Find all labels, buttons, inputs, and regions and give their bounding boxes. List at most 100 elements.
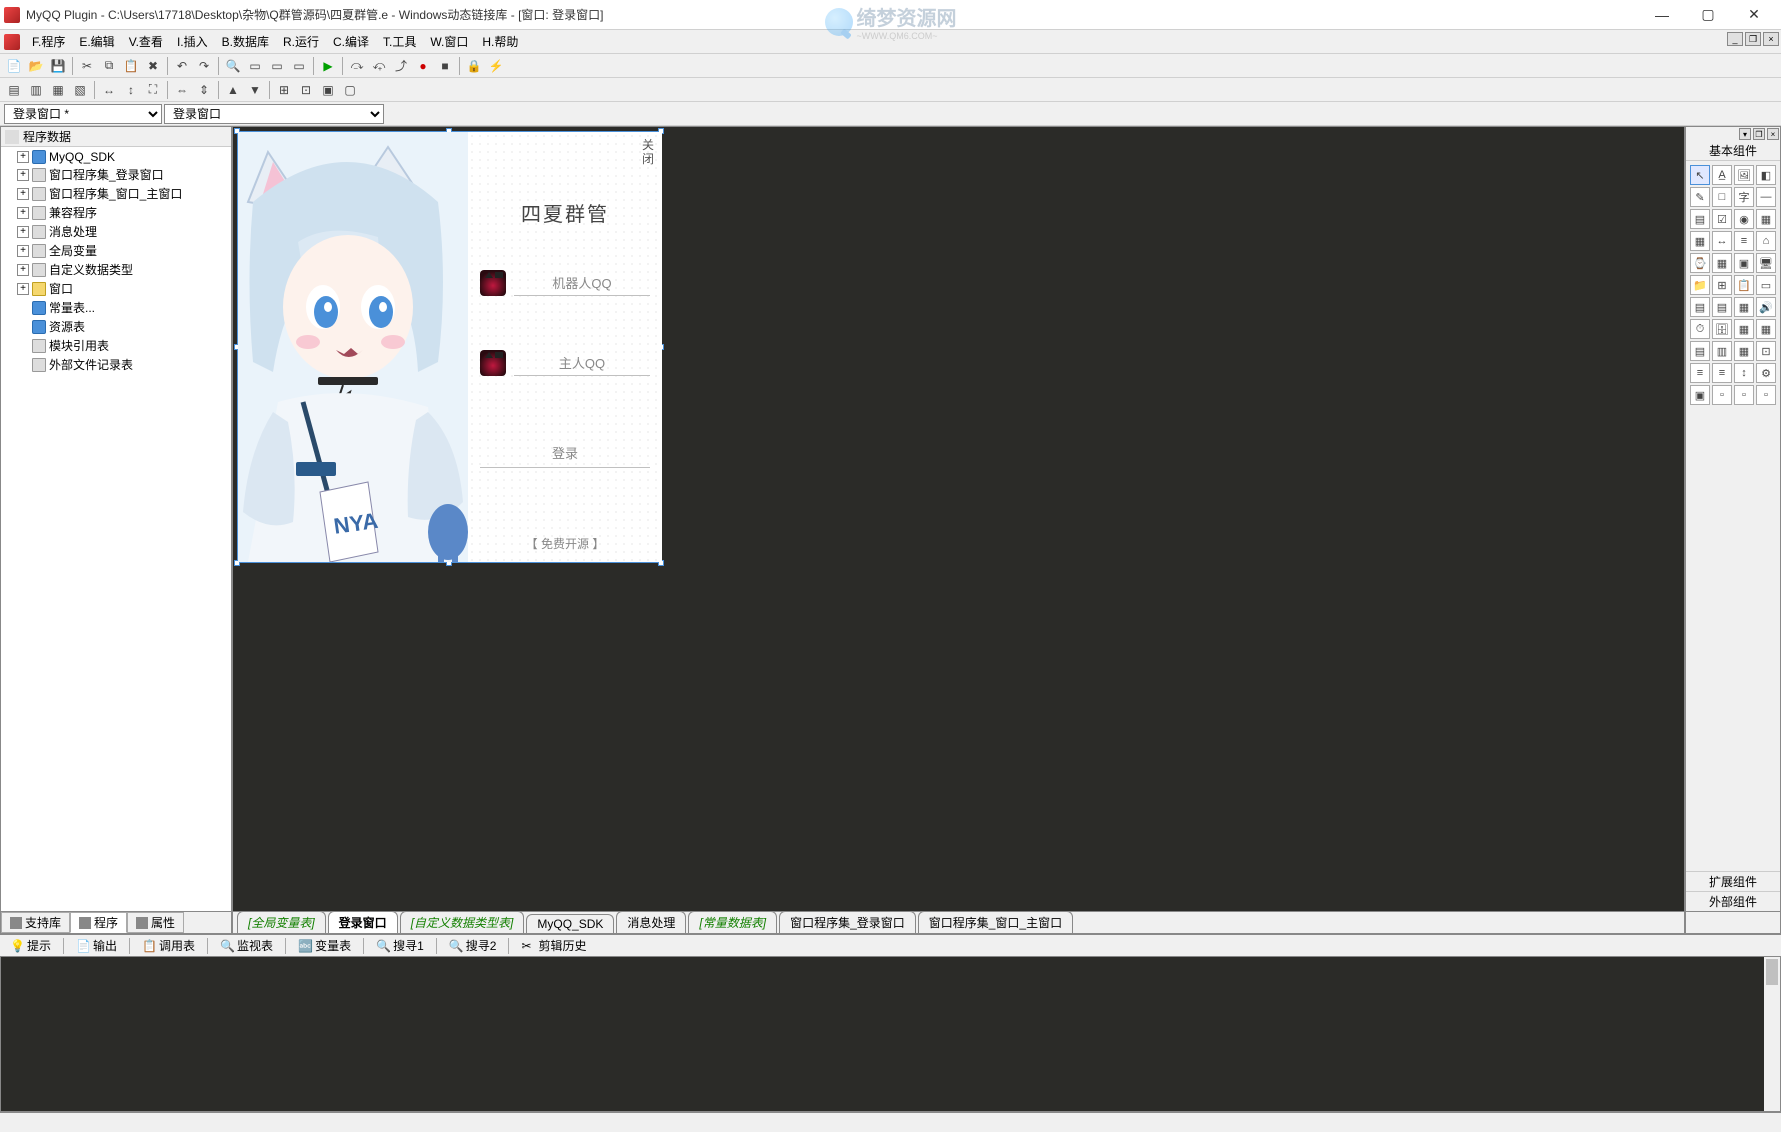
toolbox-item[interactable]: ⊡ xyxy=(1756,341,1776,361)
wizard-icon[interactable]: ⚡ xyxy=(486,56,506,76)
same-size-icon[interactable]: ⛶ xyxy=(143,80,163,100)
toolbox-item[interactable]: ▤ xyxy=(1690,297,1710,317)
toolbox-item[interactable]: □ xyxy=(1712,187,1732,207)
toolbox-item[interactable]: ▥ xyxy=(1712,341,1732,361)
menu-edit[interactable]: E.编辑 xyxy=(73,31,120,52)
menu-view[interactable]: V.查看 xyxy=(123,31,169,52)
robot-qq-field[interactable]: 机器人QQ xyxy=(514,270,650,296)
center-h-icon[interactable]: ⇔ xyxy=(172,80,192,100)
editor-tab[interactable]: [常量数据表] xyxy=(688,912,777,933)
tree-toggle-icon[interactable]: + xyxy=(17,245,29,257)
mdi-minimize[interactable]: _ xyxy=(1727,32,1743,46)
tree-node[interactable]: +窗口 xyxy=(3,279,229,298)
menu-program[interactable]: F.程序 xyxy=(26,31,71,52)
tab-program[interactable]: 程序 xyxy=(70,912,127,933)
tree-toggle-icon[interactable]: + xyxy=(17,169,29,181)
menu-run[interactable]: R.运行 xyxy=(277,31,325,52)
toolbox-item[interactable]: 🗄 xyxy=(1712,319,1732,339)
member-combo[interactable]: 登录窗口 xyxy=(164,104,384,124)
editor-tab[interactable]: 登录窗口 xyxy=(328,912,398,933)
menu-database[interactable]: B.数据库 xyxy=(216,31,275,52)
save-icon[interactable]: 💾 xyxy=(48,56,68,76)
toolbox-item[interactable]: ↔ xyxy=(1712,231,1732,251)
maximize-button[interactable]: ▢ xyxy=(1685,0,1731,30)
toolbox-tab-extended[interactable]: 扩展组件 xyxy=(1686,871,1780,891)
front-icon[interactable]: ▣ xyxy=(318,80,338,100)
align-bottom-icon[interactable]: ▧ xyxy=(70,80,90,100)
toolbox-item[interactable]: 📁 xyxy=(1690,275,1710,295)
toolbox-item[interactable]: ≡ xyxy=(1734,231,1754,251)
toolbox-item[interactable]: ▦ xyxy=(1734,319,1754,339)
window2-icon[interactable]: ▭ xyxy=(267,56,287,76)
tree-node[interactable]: +MyQQ_SDK xyxy=(3,149,229,165)
toolbox-item[interactable]: ▦ xyxy=(1712,253,1732,273)
menu-tools[interactable]: T.工具 xyxy=(377,31,422,52)
object-combo[interactable]: 登录窗口 * xyxy=(4,104,162,124)
center-v-icon[interactable]: ⇕ xyxy=(194,80,214,100)
design-surface[interactable]: NYA 关 闭 四夏群管 机器人QQ 主人 xyxy=(233,127,1684,911)
toolbox-item[interactable]: ◉ xyxy=(1734,209,1754,229)
panel-dock-icon[interactable]: ❐ xyxy=(1753,128,1765,140)
toolbox-item[interactable]: ▦ xyxy=(1734,297,1754,317)
grid2-icon[interactable]: ⊡ xyxy=(296,80,316,100)
paste-icon[interactable]: 📋 xyxy=(121,56,141,76)
toolbox-item[interactable]: ✎ xyxy=(1690,187,1710,207)
toolbox-item[interactable]: 🔊 xyxy=(1756,297,1776,317)
bring-front-icon[interactable]: ▲ xyxy=(223,80,243,100)
new-icon[interactable]: 📄 xyxy=(4,56,24,76)
panel-close-icon[interactable]: × xyxy=(1767,128,1779,140)
lock-icon[interactable]: 🔒 xyxy=(464,56,484,76)
toolbox-item[interactable]: ▭ xyxy=(1756,275,1776,295)
owner-qq-field[interactable]: 主人QQ xyxy=(514,350,650,376)
output-tab[interactable]: 📄输出 xyxy=(70,935,123,956)
toolbox-item[interactable]: ≡ xyxy=(1690,363,1710,383)
menu-window[interactable]: W.窗口 xyxy=(424,31,474,52)
tree-node[interactable]: +消息处理 xyxy=(3,222,229,241)
editor-tab[interactable]: 消息处理 xyxy=(616,912,686,933)
toolbox-item[interactable]: ▫ xyxy=(1756,385,1776,405)
form-login-window[interactable]: NYA 关 闭 四夏群管 机器人QQ 主人 xyxy=(237,131,661,563)
toolbox-item[interactable]: ⊞ xyxy=(1712,275,1732,295)
delete-icon[interactable]: ✖ xyxy=(143,56,163,76)
mdi-close[interactable]: × xyxy=(1763,32,1779,46)
tree-toggle-icon[interactable]: + xyxy=(17,207,29,219)
toolbox-item[interactable]: ▣ xyxy=(1734,253,1754,273)
toolbox-tab-external[interactable]: 外部组件 xyxy=(1686,891,1780,911)
toolbox-item[interactable]: ▦ xyxy=(1756,209,1776,229)
panel-min-icon[interactable]: ▾ xyxy=(1739,128,1751,140)
copy-icon[interactable]: ⧉ xyxy=(99,56,119,76)
toolbox-item[interactable]: ▫ xyxy=(1734,385,1754,405)
toolbox-item[interactable]: ↖ xyxy=(1690,165,1710,185)
editor-tab[interactable]: [全局变量表] xyxy=(237,912,326,933)
output-tab[interactable]: 💡提示 xyxy=(4,935,57,956)
tree-node[interactable]: 外部文件记录表 xyxy=(3,355,229,374)
tree-toggle-icon[interactable]: + xyxy=(17,151,29,163)
run-icon[interactable]: ▶ xyxy=(318,56,338,76)
redo-icon[interactable]: ↷ xyxy=(194,56,214,76)
tree-node[interactable]: 常量表... xyxy=(3,298,229,317)
toolbox-item[interactable]: ⚙ xyxy=(1756,363,1776,383)
menu-insert[interactable]: I.插入 xyxy=(171,31,214,52)
toolbox-item[interactable]: 字 xyxy=(1734,187,1754,207)
toolbox-item[interactable]: ▦ xyxy=(1756,319,1776,339)
toolbox-item[interactable]: ≡ xyxy=(1712,363,1732,383)
send-back-icon[interactable]: ▼ xyxy=(245,80,265,100)
toolbox-item[interactable]: ▦ xyxy=(1690,231,1710,251)
cut-icon[interactable]: ✂ xyxy=(77,56,97,76)
align-left-icon[interactable]: ▤ xyxy=(4,80,24,100)
tree-node[interactable]: +全局变量 xyxy=(3,241,229,260)
toolbox-item[interactable]: ▤ xyxy=(1712,297,1732,317)
toolbox-item[interactable]: ☑ xyxy=(1712,209,1732,229)
align-right-icon[interactable]: ▥ xyxy=(26,80,46,100)
login-button[interactable]: 登录 xyxy=(480,438,650,468)
tree-toggle-icon[interactable]: + xyxy=(17,264,29,276)
tree-node[interactable]: +窗口程序集_登录窗口 xyxy=(3,165,229,184)
toolbox-item[interactable]: 🖥 xyxy=(1756,253,1776,273)
tree-node[interactable]: 资源表 xyxy=(3,317,229,336)
step-into-icon[interactable]: ⤽ xyxy=(369,56,389,76)
project-tree[interactable]: +MyQQ_SDK+窗口程序集_登录窗口+窗口程序集_窗口_主窗口+兼容程序+消… xyxy=(1,147,231,911)
same-height-icon[interactable]: ↕ xyxy=(121,80,141,100)
tab-support-lib[interactable]: 支持库 xyxy=(1,912,70,933)
mdi-restore[interactable]: ❐ xyxy=(1745,32,1761,46)
output-tab[interactable]: 🔍搜寻1 xyxy=(370,935,430,956)
